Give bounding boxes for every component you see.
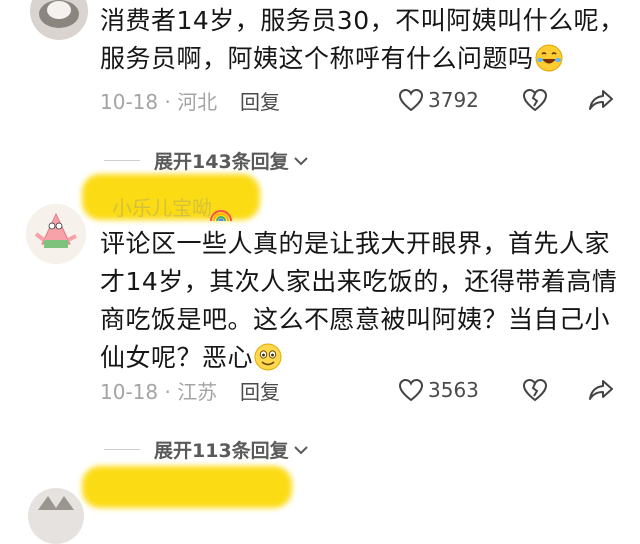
expand-replies-button[interactable]: 展开143条回复 xyxy=(104,147,309,174)
like-count: 3792 xyxy=(428,88,479,112)
broken-heart-icon xyxy=(522,88,548,112)
broken-heart-icon xyxy=(522,378,548,402)
like-count: 3563 xyxy=(428,378,479,402)
comment-text: 评论区一些人真的是让我大开眼界，首先人家 才14岁，其次人家出来吃饭的，还得带着… xyxy=(100,225,630,377)
comment-line: 商吃饭是吧。这么不愿意被叫阿姨？当自己小 xyxy=(100,305,611,334)
heart-icon xyxy=(398,378,424,402)
share-button[interactable] xyxy=(588,378,614,402)
comment-date-location: 10-18 · 河北 xyxy=(100,90,218,114)
divider xyxy=(104,160,140,161)
comment-line: 评论区一些人真的是让我大开眼界，首先人家 xyxy=(100,229,611,258)
divider xyxy=(104,449,140,450)
expand-replies-label: 展开143条回复 xyxy=(154,151,289,173)
comment-line: 消费者14岁，服务员30，不叫阿姨叫什么呢， xyxy=(100,6,625,35)
like-button[interactable]: 3563 xyxy=(398,378,479,402)
expand-replies-label: 展开113条回复 xyxy=(154,440,289,462)
comment-text: 消费者14岁，服务员30，不叫阿姨叫什么呢， 服务员啊，阿姨这个称呼有什么问题吗 xyxy=(100,2,630,78)
share-arrow-icon xyxy=(588,88,614,112)
avatar[interactable] xyxy=(26,204,86,264)
share-arrow-icon xyxy=(588,378,614,402)
comment-date-location: 10-18 · 江苏 xyxy=(100,380,218,404)
comment-line: 仙女呢？恶心 xyxy=(100,339,630,377)
redacted-username xyxy=(82,466,292,508)
chevron-down-icon xyxy=(293,150,309,172)
heart-icon xyxy=(398,88,424,112)
rolling-laughing-emoji-icon xyxy=(534,43,564,73)
comment-line: 服务员啊，阿姨这个称呼有什么问题吗 xyxy=(100,40,630,78)
share-button[interactable] xyxy=(588,88,614,112)
avatar[interactable] xyxy=(30,0,88,40)
reply-button[interactable]: 回复 xyxy=(240,86,280,115)
like-button[interactable]: 3792 xyxy=(398,88,479,112)
chevron-down-icon xyxy=(293,439,309,461)
dislike-button[interactable] xyxy=(522,88,548,112)
expand-replies-button[interactable]: 展开113条回复 xyxy=(104,436,309,463)
dislike-button[interactable] xyxy=(522,378,548,402)
reply-button[interactable]: 回复 xyxy=(240,376,280,405)
avatar[interactable] xyxy=(28,488,84,544)
smiling-emoji-icon xyxy=(253,342,283,372)
comment-username[interactable]: 小乐儿宝呦 xyxy=(112,192,212,221)
comment-line: 才14岁，其次人家出来吃饭的，还得带着高情 xyxy=(100,267,618,296)
